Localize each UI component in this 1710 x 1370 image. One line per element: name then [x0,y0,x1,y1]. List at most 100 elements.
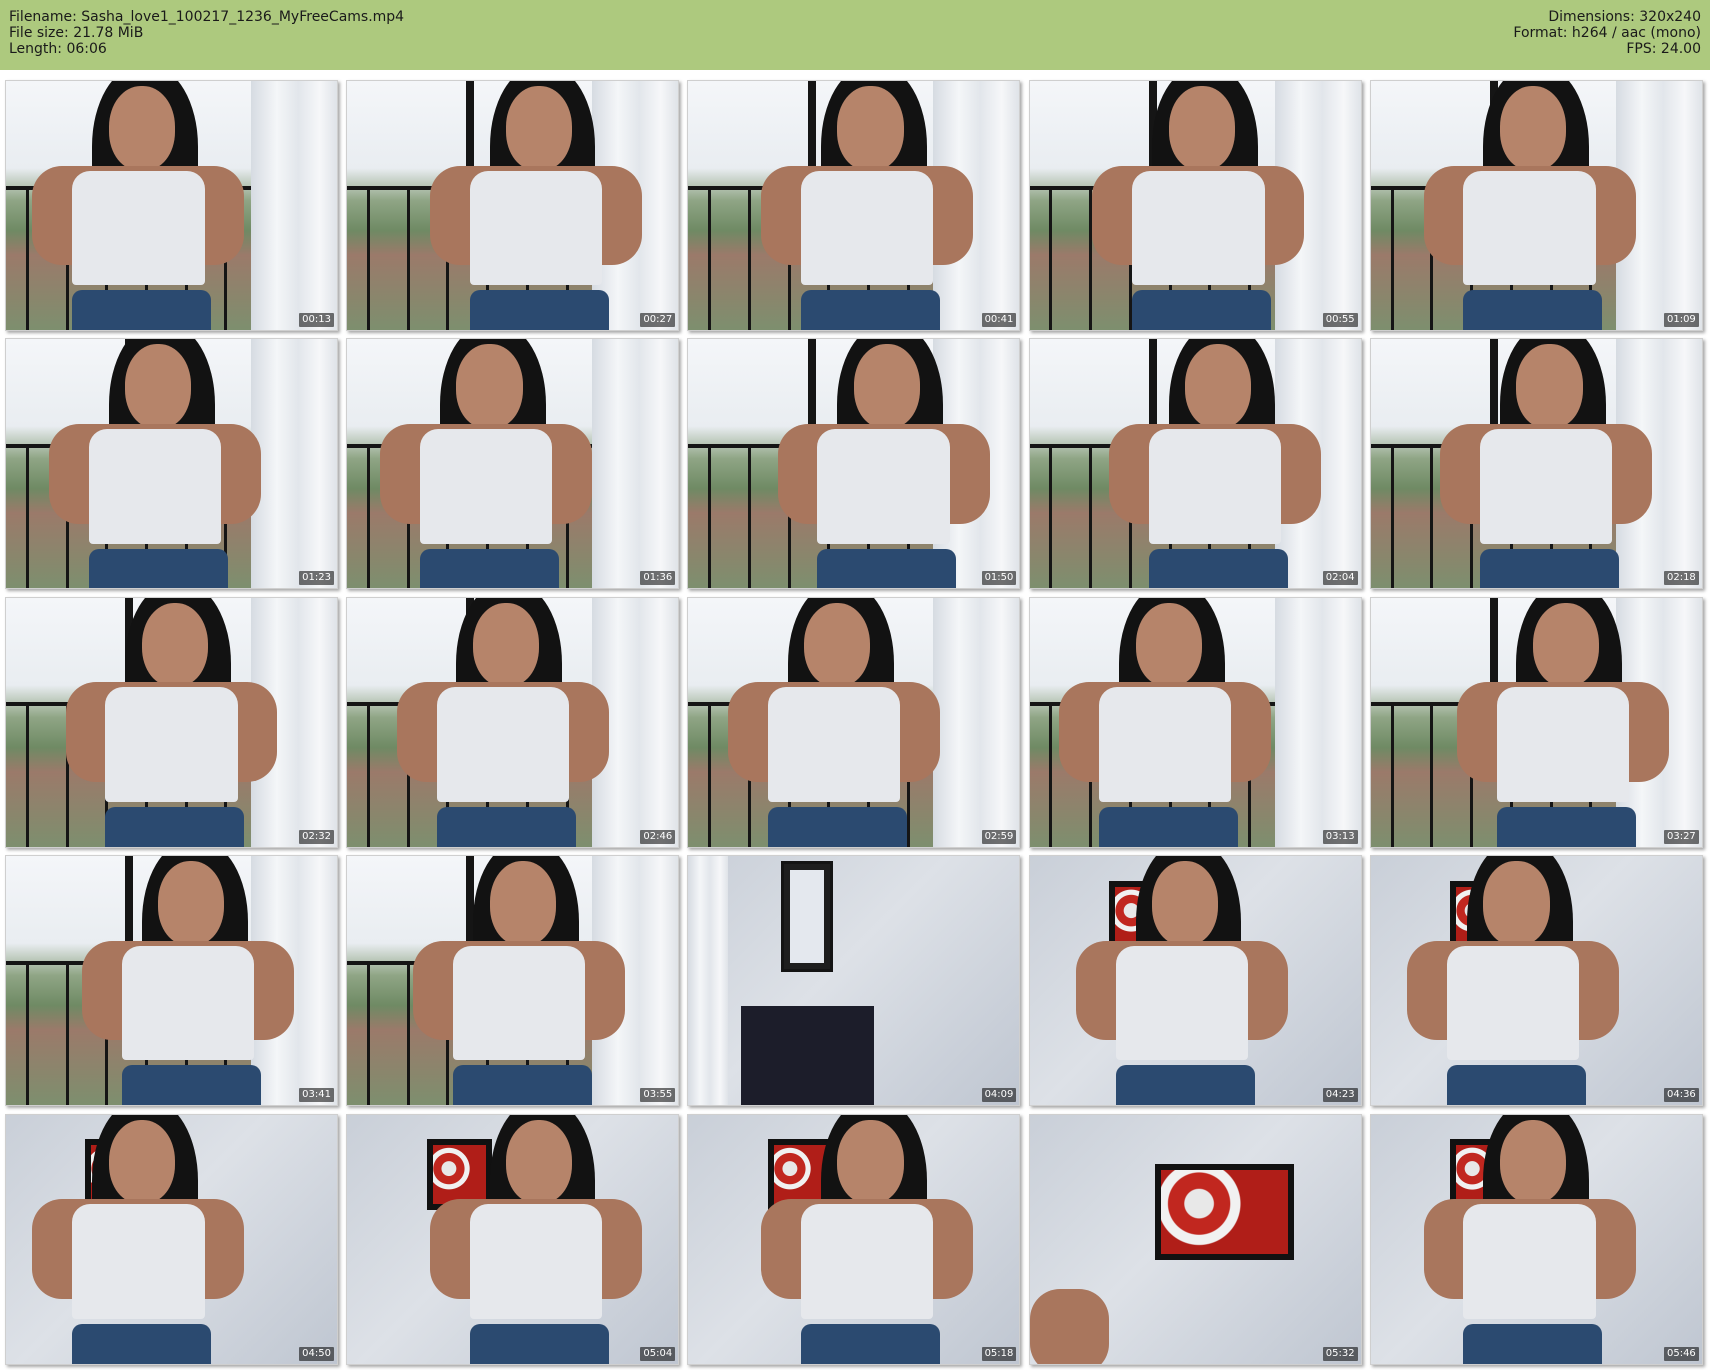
balcony-post [406,960,410,1106]
person-jeans [1148,548,1288,589]
person-jeans [1115,1065,1255,1106]
person-top [453,945,586,1061]
person-jeans [1463,290,1603,330]
person-top [800,1204,934,1319]
balcony-post [747,185,751,330]
video-thumbnail: 02:18 [1369,338,1703,590]
info-header-left: Filename: Sasha_love1_100217_1236_MyFree… [9,9,404,70]
thumbnail-timestamp: 02:59 [981,829,1017,844]
curtain [933,597,1020,847]
person-jeans [420,548,560,589]
person-face [1499,85,1567,171]
thumbnail-timestamp: 00:41 [981,313,1017,327]
balcony-post [708,702,712,847]
balcony-post [25,960,29,1106]
balcony-post [708,185,712,330]
person-top [767,687,901,802]
person-jeans [800,290,940,330]
person-top [121,945,255,1061]
person-face [472,602,540,688]
person-face [506,85,573,171]
balcony-post [406,185,410,330]
balcony-post [1390,702,1394,847]
person-jeans [1480,548,1620,589]
person-face [456,344,523,430]
person-top [1099,687,1232,802]
person-face [125,344,192,430]
person-face [141,602,208,688]
video-thumbnail: 04:36 [1369,855,1703,1107]
person-jeans [1099,806,1239,847]
video-thumbnail: 05:04 [346,1113,680,1365]
thumbnail-timestamp: 01:23 [299,571,334,586]
wall-painting [1155,1164,1294,1261]
video-thumbnail: 01:50 [687,338,1021,590]
video-thumbnail: 05:32 [1028,1113,1362,1365]
person-face [489,861,556,946]
person-face [1185,344,1252,430]
person-top [105,687,238,802]
person-jeans [469,1323,609,1364]
length-label: Length: 06:06 [9,41,107,57]
balcony-post [25,185,29,330]
balcony-post [1390,185,1394,330]
person-face [837,85,904,171]
thumbnail-timestamp: 04:09 [981,1088,1017,1103]
balcony-post [1430,702,1434,847]
thumbnail-timestamp: 04:36 [1663,1088,1699,1103]
balcony-post [367,702,371,847]
person-face [1532,602,1600,688]
person-face [506,1119,573,1205]
person-face [158,861,225,946]
person-partial [1029,1288,1110,1364]
person-top [1496,687,1629,802]
person-top [1463,1204,1596,1319]
person-jeans [800,1323,940,1364]
thumbnail-timestamp: 05:32 [1322,1346,1358,1361]
wall-mirror [781,861,834,972]
thumbnail-timestamp: 03:13 [1322,829,1358,844]
balcony-post [25,702,29,847]
video-thumbnail: 05:18 [687,1113,1021,1365]
balcony-post [1430,443,1434,589]
person-face [1168,85,1235,171]
thumbnail-grid: 00:13 00:27 00:41 00:55 01:09 01:23 01:36 01:50… [0,78,1710,1370]
video-thumbnail: 00:27 [346,80,680,331]
thumbnail-timestamp: 02:32 [299,829,334,844]
balcony-post [65,960,69,1106]
person-face [1499,1119,1567,1205]
fps-label: FPS: 24.00 [1626,41,1701,57]
person-jeans [105,806,245,847]
thumbnail-timestamp: 02:46 [640,829,676,844]
video-thumbnail: 01:23 [5,338,338,590]
person-top [1480,429,1613,544]
video-thumbnail: 01:36 [346,338,680,590]
person-top [1148,429,1282,544]
balcony-post [367,443,371,589]
person-top [1115,945,1249,1061]
thumbnail-timestamp: 04:23 [1322,1088,1358,1103]
person-face [1135,602,1202,688]
person-face [837,1119,904,1205]
thumbnail-timestamp: 03:27 [1663,829,1699,844]
balcony-post [1049,443,1053,589]
person-face [1516,344,1583,430]
person-jeans [817,548,957,589]
balcony-post [367,185,371,330]
video-thumbnail: 02:32 [5,596,338,848]
thumbnail-timestamp: 03:55 [640,1088,676,1103]
thumbnail-timestamp: 03:41 [299,1088,334,1103]
filename-label: Filename: Sasha_love1_100217_1236_MyFree… [9,9,405,25]
person-top [72,1204,205,1319]
curtain [688,856,729,1106]
thumbnail-timestamp: 05:18 [981,1346,1017,1361]
dresser [741,1005,874,1106]
person-jeans [121,1065,261,1106]
video-thumbnail: 04:23 [1028,855,1362,1107]
thumbnail-timestamp: 00:27 [640,313,676,327]
balcony-post [1049,702,1053,847]
thumbnail-timestamp: 00:13 [299,313,334,327]
filesize-label: File size: 21.78 MiB [9,25,144,41]
curtain [592,339,679,589]
curtain [250,339,337,589]
